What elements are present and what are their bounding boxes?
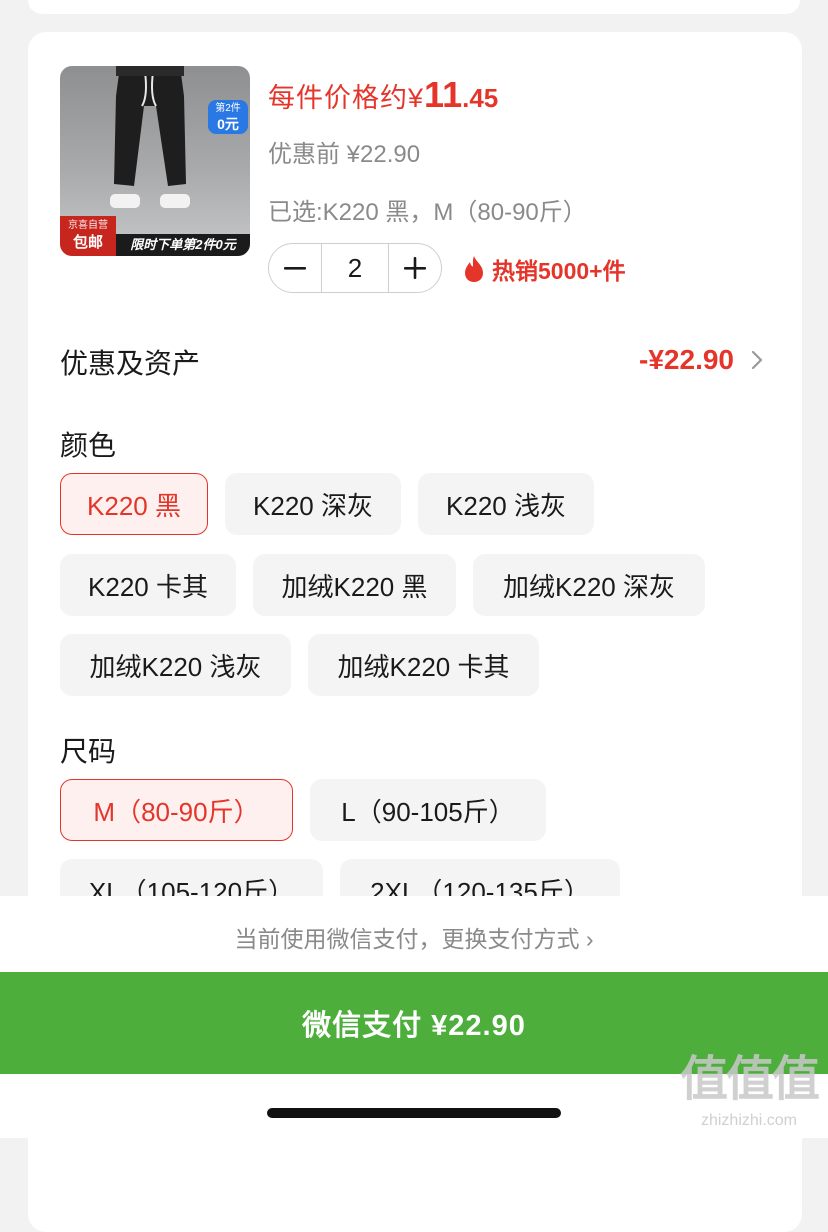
minus-icon — [284, 267, 306, 270]
color-option-fleece-k220-dark-gray[interactable]: 加绒K220 深灰 — [473, 554, 705, 616]
watermark: 值值值 zhizhizhi.com — [679, 1050, 820, 1132]
watermark-logo: 值值值 — [679, 1053, 820, 1106]
chevron-right-icon — [751, 350, 763, 370]
second-item-badge-line1: 第2件 — [215, 103, 241, 114]
promo-banner: 限时下单第2件0元 — [116, 234, 250, 256]
decrease-button[interactable] — [269, 244, 321, 292]
color-section-title: 颜色 — [60, 430, 117, 461]
pants-image — [110, 66, 190, 208]
increase-button[interactable] — [389, 244, 441, 292]
color-option-k220-light-gray[interactable]: K220 浅灰 — [418, 473, 594, 535]
color-option-fleece-k220-light-gray[interactable]: 加绒K220 浅灰 — [60, 634, 291, 696]
discount-label: 优惠及资产 — [60, 348, 201, 379]
color-option-k220-dark-gray[interactable]: K220 深灰 — [225, 473, 401, 535]
size-option-m[interactable]: M（80-90斤） — [60, 779, 293, 841]
color-option-k220-black[interactable]: K220 黑 — [60, 473, 208, 535]
size-section-title: 尺码 — [60, 736, 117, 767]
color-option-fleece-k220-khaki[interactable]: 加绒K220 卡其 — [308, 634, 539, 696]
shop-badge: 京喜自营 包邮 — [60, 216, 116, 256]
free-shipping-label: 包邮 — [72, 234, 103, 251]
change-payment-method-link[interactable]: 当前使用微信支付，更换支付方式 › — [0, 920, 828, 954]
watermark-domain: zhizhizhi.com — [700, 1112, 797, 1129]
shop-badge-line1: 京喜自营 — [68, 220, 108, 231]
unit-price-integer: 11 — [424, 74, 463, 115]
color-option-k220-khaki[interactable]: K220 卡其 — [60, 554, 236, 616]
second-item-badge-line2: 0元 — [217, 116, 239, 132]
second-item-free-badge: 第2件 0元 — [208, 100, 248, 134]
discount-amount: -¥22.90 — [639, 344, 734, 375]
previous-card — [28, 0, 800, 14]
original-price: 优惠前 ¥22.90 — [268, 141, 421, 168]
unit-price-decimal: .45 — [462, 83, 499, 113]
discount-row[interactable]: 优惠及资产 -¥22.90 — [60, 340, 770, 384]
home-indicator — [267, 1108, 561, 1118]
unit-price: 每件价格约¥11.45 — [268, 74, 498, 116]
size-option-l[interactable]: L（90-105斤） — [310, 779, 546, 841]
hot-sales-text: 热销5000+件 — [492, 258, 626, 284]
quantity-stepper: 2 — [268, 243, 442, 293]
color-option-fleece-k220-black[interactable]: 加绒K220 黑 — [253, 554, 456, 616]
flame-icon — [465, 256, 483, 282]
plus-icon — [404, 257, 426, 279]
hot-sales: 热销5000+件 — [462, 252, 626, 286]
unit-price-prefix: 每件价格约¥ — [268, 83, 425, 113]
selected-spec: 已选:K220 黑，M（80-90斤） — [268, 199, 587, 226]
quantity-value[interactable]: 2 — [321, 244, 389, 292]
product-thumbnail: 第2件 0元 京喜自营 包邮 限时下单第2件0元 — [60, 66, 250, 256]
